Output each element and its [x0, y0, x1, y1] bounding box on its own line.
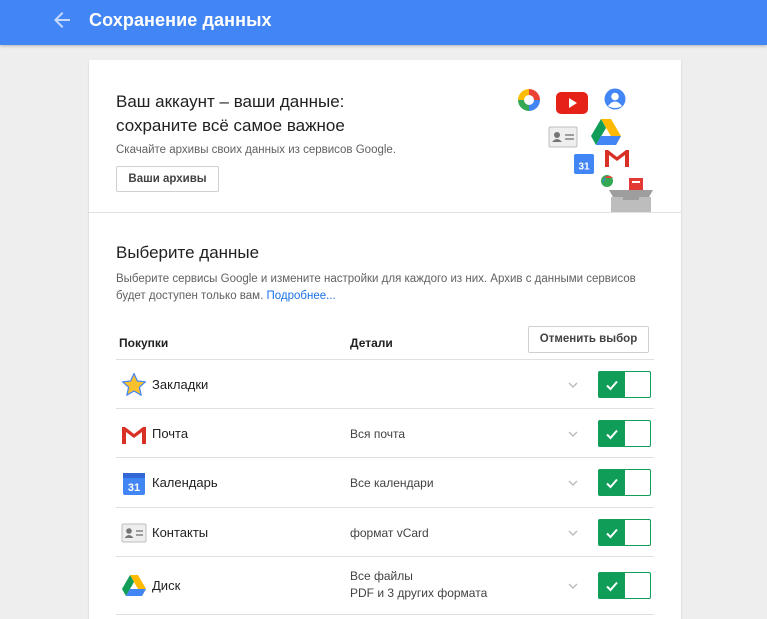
- check-icon: [606, 581, 618, 592]
- hero-description: Скачайте архивы своих данных из сервисов…: [116, 144, 397, 156]
- main-card: Ваш аккаунт – ваши данные: сохраните всё…: [89, 60, 681, 619]
- chevron-down-icon[interactable]: [567, 527, 579, 539]
- chevron-down-icon[interactable]: [567, 580, 579, 592]
- calendar-day-label: 31: [578, 162, 590, 173]
- toggle-on-state: [599, 520, 625, 545]
- page-title: Сохранение данных: [89, 10, 272, 30]
- product-toggle[interactable]: [598, 420, 651, 447]
- check-icon: [606, 429, 618, 440]
- table-row: Закладки: [116, 360, 654, 409]
- check-icon: [606, 528, 618, 539]
- chevron-down-icon[interactable]: [567, 379, 579, 391]
- product-details-line2: PDF и 3 других формата: [350, 586, 488, 600]
- product-name: Календарь: [152, 475, 218, 490]
- hero-title: Ваш аккаунт – ваши данные: сохраните всё…: [116, 90, 416, 138]
- gmail-icon: [604, 148, 630, 168]
- youtube-icon: [556, 92, 588, 114]
- toggle-on-state: [599, 470, 625, 495]
- table-header: Покупки Детали Отменить выбор: [116, 322, 654, 360]
- table-row: 31 Календарь Все календари: [116, 458, 654, 508]
- column-details-header: Детали: [350, 336, 393, 350]
- chevron-down-icon[interactable]: [567, 428, 579, 440]
- product-toggle[interactable]: [598, 469, 651, 496]
- product-toggle[interactable]: [598, 572, 651, 599]
- toggle-on-state: [599, 421, 625, 446]
- product-toggle[interactable]: [598, 519, 651, 546]
- section-description-text: Выберите сервисы Google и измените настр…: [116, 273, 636, 302]
- product-toggle[interactable]: [598, 371, 651, 398]
- photos-icon: [518, 89, 540, 111]
- your-archives-button[interactable]: Ваши архивы: [116, 166, 219, 192]
- column-products-header: Покупки: [119, 336, 169, 350]
- hero-section: Ваш аккаунт – ваши данные: сохраните всё…: [89, 60, 681, 213]
- gmail-icon: [122, 426, 146, 444]
- hero-title-line1: Ваш аккаунт – ваши данные:: [116, 92, 345, 111]
- toggle-on-state: [599, 573, 625, 598]
- contacts-card-icon: [548, 126, 578, 148]
- star-icon: [121, 372, 147, 396]
- check-icon: [606, 380, 618, 391]
- product-name: Почта: [152, 426, 189, 441]
- calendar-icon: 31: [574, 154, 594, 174]
- profile-icon: [604, 88, 626, 110]
- product-name: Закладки: [152, 377, 209, 392]
- services-collage: 31: [514, 85, 664, 215]
- check-icon: [606, 478, 618, 489]
- table-row: Контакты формат vCard: [116, 508, 654, 557]
- product-details: Все файлы PDF и 3 других формата: [350, 568, 487, 602]
- calendar-icon: 31: [123, 473, 145, 495]
- product-name: Диск: [152, 578, 181, 593]
- product-details: формат vCard: [350, 526, 429, 540]
- product-name: Контакты: [152, 525, 209, 540]
- section-description: Выберите сервисы Google и измените настр…: [116, 271, 661, 305]
- product-details-line1: Все файлы: [350, 569, 413, 583]
- product-details: Все календари: [350, 476, 434, 490]
- contacts-card-icon: [121, 523, 147, 543]
- table-row: Почта Вся почта: [116, 409, 654, 458]
- drive-icon: [591, 119, 621, 145]
- chevron-down-icon[interactable]: [567, 477, 579, 489]
- app-bar: Сохранение данных: [0, 0, 767, 45]
- drive-icon: [122, 575, 146, 596]
- deselect-all-button[interactable]: Отменить выбор: [528, 326, 649, 353]
- arrow-back-icon[interactable]: [50, 8, 74, 32]
- product-details: Вся почта: [350, 427, 406, 441]
- hero-title-line2: сохраните всё самое важное: [116, 116, 345, 135]
- toggle-on-state: [599, 372, 625, 397]
- table-row: Диск Все файлы PDF и 3 других формата: [116, 557, 654, 615]
- archive-box-icon: [609, 178, 653, 212]
- calendar-day-label: 31: [128, 482, 140, 494]
- section-title: Выберите данные: [116, 243, 260, 262]
- more-link[interactable]: Подробнее...: [266, 290, 335, 302]
